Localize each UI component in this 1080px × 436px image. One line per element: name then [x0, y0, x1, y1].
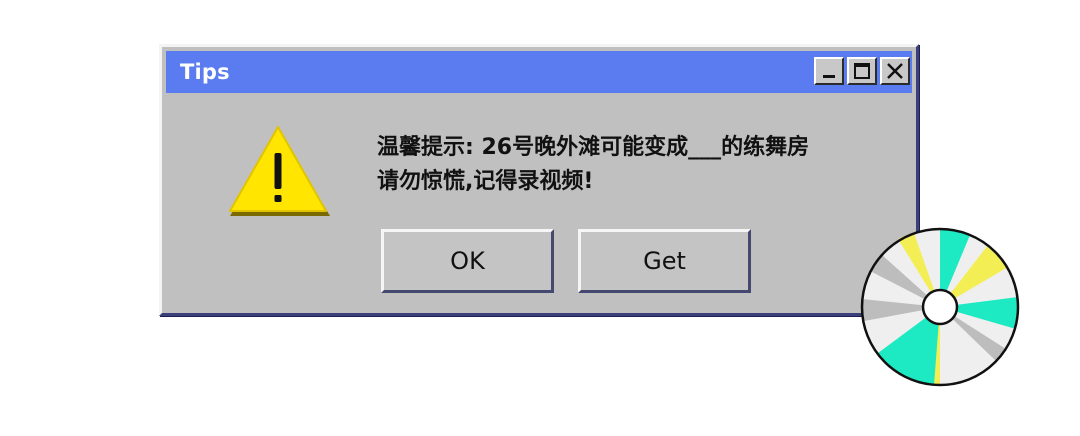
title-bar[interactable]: Tips — [166, 51, 912, 93]
maximize-icon — [854, 63, 870, 79]
close-button[interactable] — [880, 57, 910, 85]
ok-button[interactable]: OK — [381, 229, 554, 293]
get-button[interactable]: Get — [578, 229, 751, 293]
message-text: 温馨提示: 26号晚外滩可能变成___的练舞房 请勿惊慌,记得录视频! — [377, 131, 809, 199]
compact-disc-icon — [860, 227, 1020, 387]
minimize-icon — [823, 75, 835, 78]
dialog-title: Tips — [180, 60, 230, 84]
minimize-button[interactable] — [814, 57, 844, 85]
maximize-button[interactable] — [847, 57, 877, 85]
message-line-1: 温馨提示: 26号晚外滩可能变成___的练舞房 — [377, 135, 810, 160]
window-controls — [814, 57, 910, 85]
canvas: Tips 温馨提示: 26号晚外滩可能变成___的练舞房 请勿惊慌,记得录视频!… — [0, 0, 1080, 436]
message-line-2: 请勿惊慌,记得录视频! — [377, 169, 594, 194]
tips-dialog: Tips 温馨提示: 26号晚外滩可能变成___的练舞房 请勿惊慌,记得录视频!… — [159, 44, 919, 316]
close-icon — [887, 63, 903, 79]
warning-triangle-icon — [229, 126, 330, 216]
